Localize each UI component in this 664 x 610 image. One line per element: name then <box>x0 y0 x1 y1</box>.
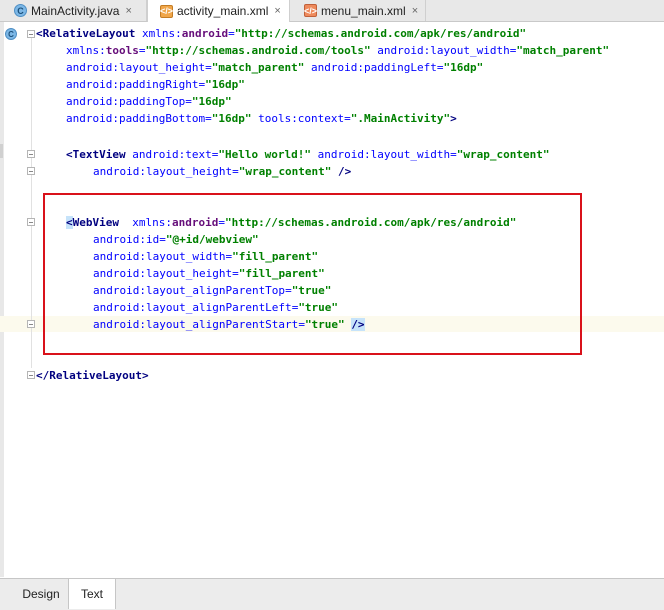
xml-eq: = <box>205 112 212 125</box>
xml-attr: android:paddingRight <box>66 78 199 91</box>
xml-eq: = <box>138 44 146 57</box>
editor-mode-tabs: Design Text <box>0 578 664 610</box>
code-line: android:layout_height="match_parent" and… <box>66 59 483 76</box>
xml-namespace: android <box>181 27 229 40</box>
tab-label: Design <box>22 587 60 601</box>
xml-eq: = <box>450 148 457 161</box>
xml-eq: = <box>205 61 212 74</box>
xml-tag: <RelativeLayout <box>36 27 136 40</box>
xml-value: ".MainActivity" <box>350 112 451 125</box>
xml-attr: android:layout_width <box>311 148 451 161</box>
xml-value: "http://schemas.android.com/apk/res/andr… <box>234 27 527 40</box>
xml-tag: /> <box>331 165 352 178</box>
xml-attr: android:paddingBottom <box>66 112 206 125</box>
close-icon[interactable]: × <box>274 5 280 17</box>
class-icon: C <box>14 4 27 17</box>
xml-eq: = <box>185 95 192 108</box>
code-line: <TextView android:text = "Hello world!" an… <box>66 146 549 163</box>
code-line: </RelativeLayout> <box>36 367 149 384</box>
xml-attr: xmlns: <box>66 44 106 57</box>
xml-tag: <TextView <box>66 148 126 161</box>
xml-value: "match_parent" <box>211 61 305 74</box>
xml-value: "http://schemas.android.com/tools" <box>145 44 371 57</box>
xml-eq: = <box>436 61 444 74</box>
code-line: android:paddingRight="16dp" <box>66 76 245 93</box>
xml-namespace: tools <box>105 44 139 57</box>
xml-attr: android:text <box>125 148 212 161</box>
tab-label: Text <box>80 587 103 601</box>
xml-value: "match_parent" <box>516 44 610 57</box>
highlight-box <box>43 193 582 355</box>
xml-tag: > <box>450 112 457 125</box>
xml-tag: </RelativeLayout> <box>36 369 149 382</box>
tab-text[interactable]: Text <box>68 579 116 609</box>
xml-attr: android:paddingLeft <box>304 61 437 74</box>
code-line: xmlns:tools="http://schemas.android.com/… <box>66 42 609 59</box>
xml-value: "Hello world!" <box>218 148 312 161</box>
tab-menu-main-xml[interactable]: </> menu_main.xml × <box>290 0 426 21</box>
xml-layout-icon: </> <box>160 4 174 18</box>
editor-tab-bar: C MainActivity.java × </> activity_main.… <box>0 0 664 22</box>
tab-label: MainActivity.java <box>31 3 120 18</box>
xml-attr: tools:context <box>251 112 345 125</box>
xml-eq: = <box>232 165 239 178</box>
tab-mainactivity-java[interactable]: C MainActivity.java × <box>0 0 147 21</box>
xml-value: "16dp" <box>443 61 484 74</box>
xml-value: "wrap_content" <box>238 165 332 178</box>
code-line: <RelativeLayout xmlns:android="http://sc… <box>36 25 526 42</box>
xml-value: "wrap_content" <box>456 148 550 161</box>
code-line: android:paddingBottom="16dp" tools:conte… <box>66 110 457 127</box>
xml-value: "16dp" <box>205 78 245 91</box>
xml-attr: xmlns: <box>135 27 182 40</box>
code-line: android:paddingTop="16dp" <box>66 93 232 110</box>
xml-value: "16dp" <box>191 95 232 108</box>
xml-attr: android:paddingTop <box>66 95 186 108</box>
xml-attr: android:layout_height <box>93 165 233 178</box>
code-line: android:layout_height="wrap_content" /> <box>93 163 351 180</box>
xml-menu-icon: </> <box>304 4 318 17</box>
xml-attr: android:layout_height <box>66 61 206 74</box>
code-editor[interactable]: C <RelativeLayout xmlns:android="http://… <box>0 22 664 577</box>
tab-label: menu_main.xml <box>321 3 406 18</box>
xml-value: "16dp" <box>211 112 252 125</box>
xml-attr: android:layout_width <box>370 44 510 57</box>
xml-eq: = <box>344 112 351 125</box>
close-icon[interactable]: × <box>125 5 131 17</box>
tab-label: activity_main.xml <box>177 4 269 18</box>
tab-design[interactable]: Design <box>14 579 68 609</box>
tab-activity-main-xml[interactable]: </> activity_main.xml × <box>147 0 290 22</box>
close-icon[interactable]: × <box>412 5 418 17</box>
xml-eq: = <box>228 27 235 40</box>
